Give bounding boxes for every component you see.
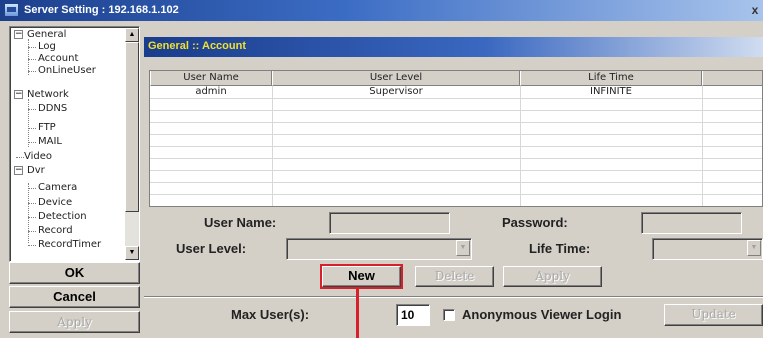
- tree-item-label: Video: [24, 151, 53, 162]
- apply-account-button[interactable]: Apply: [503, 266, 602, 287]
- grid-line: [150, 110, 762, 111]
- user-name-field[interactable]: [329, 212, 450, 234]
- tree-item-label: Dvr: [27, 165, 45, 176]
- section-title: General :: Account: [148, 40, 246, 52]
- tree-item-recordtimer[interactable]: RecordTimer: [10, 239, 125, 251]
- tree-item-label: MAIL: [38, 136, 62, 147]
- tree-branch: [28, 59, 36, 60]
- tree-branch: [28, 71, 36, 72]
- tree-item-mail[interactable]: MAIL: [10, 136, 125, 148]
- tree-branch: [28, 231, 36, 232]
- tree-item-label: General: [27, 29, 67, 40]
- tree-item-label: Detection: [38, 211, 87, 222]
- tree-branch: [28, 142, 36, 143]
- tree-branch: [28, 245, 36, 246]
- tree-item-log[interactable]: Log: [10, 41, 125, 53]
- anonymous-login-checkbox[interactable]: [443, 309, 455, 321]
- tree-scrollbar[interactable]: ▲ ▼: [125, 28, 139, 260]
- table-row[interactable]: admin Supervisor INFINITE: [150, 86, 762, 98]
- tree-item-label: Network: [27, 89, 69, 100]
- password-label: Password:: [502, 215, 568, 230]
- grid-line: [150, 158, 762, 159]
- section-header: General :: Account: [144, 37, 763, 57]
- user-level-select[interactable]: ▼: [286, 238, 472, 260]
- tree-branch: [28, 109, 36, 110]
- tree-item-dvr[interactable]: − Dvr: [10, 165, 125, 177]
- grid-line: [150, 146, 762, 147]
- cell-user-level: Supervisor: [369, 86, 423, 97]
- max-users-label: Max User(s):: [231, 307, 310, 322]
- cancel-button[interactable]: Cancel: [9, 286, 140, 308]
- tree-item-onlineuser[interactable]: OnLineUser: [10, 65, 125, 77]
- divider: [144, 296, 763, 298]
- grid-line: [150, 122, 762, 123]
- column-header-extra[interactable]: [702, 71, 762, 86]
- max-users-field[interactable]: 10: [396, 304, 430, 326]
- scroll-down-icon[interactable]: ▼: [125, 246, 139, 260]
- collapse-icon[interactable]: −: [14, 90, 23, 99]
- tree-item-label: OnLineUser: [38, 65, 96, 76]
- tree-branch: [28, 128, 36, 129]
- tree-item-record[interactable]: Record: [10, 225, 125, 237]
- collapse-icon[interactable]: −: [14, 30, 23, 39]
- close-icon[interactable]: x: [747, 2, 763, 18]
- tree-item-label: DDNS: [38, 103, 68, 114]
- password-field[interactable]: [641, 212, 742, 234]
- tree-item-label: Log: [38, 41, 56, 52]
- tree-item-label: Device: [38, 197, 73, 208]
- title-bar[interactable]: Server Setting : 192.168.1.102 x: [0, 0, 763, 21]
- settings-tree[interactable]: − General Log Account OnLineUser − Netwo…: [9, 26, 140, 262]
- user-name-label: User Name:: [204, 215, 277, 230]
- scroll-up-icon[interactable]: ▲: [125, 28, 139, 42]
- update-button[interactable]: Update: [664, 304, 763, 326]
- tree-item-detection[interactable]: Detection: [10, 211, 125, 223]
- account-table[interactable]: User Name User Level Life Time admin Sup…: [149, 70, 763, 207]
- life-time-label: Life Time:: [529, 241, 591, 256]
- chevron-down-icon[interactable]: ▼: [747, 240, 761, 256]
- tree-item-video[interactable]: Video: [10, 151, 125, 163]
- tree-item-ftp[interactable]: FTP: [10, 122, 125, 134]
- life-time-select[interactable]: ▼: [652, 238, 763, 260]
- collapse-icon[interactable]: −: [14, 166, 23, 175]
- tree-branch: [28, 188, 36, 189]
- tree-item-label: Record: [38, 225, 73, 236]
- cell-user-name: admin: [195, 86, 227, 97]
- user-level-label: User Level:: [176, 241, 247, 256]
- tree-item-general[interactable]: − General: [10, 29, 125, 41]
- chevron-down-icon[interactable]: ▼: [456, 240, 470, 256]
- server-setting-window: Server Setting : 192.168.1.102 x − Gener…: [0, 0, 763, 338]
- tree-item-label: Account: [38, 53, 79, 64]
- grid-line: [150, 134, 762, 135]
- column-header-life-time[interactable]: Life Time: [520, 71, 702, 86]
- window-title: Server Setting : 192.168.1.102: [24, 4, 179, 16]
- tree-item-label: FTP: [38, 122, 56, 133]
- grid-line: [150, 170, 762, 171]
- tree-item-network[interactable]: − Network: [10, 89, 125, 101]
- tree-item-label: RecordTimer: [38, 239, 102, 250]
- tree-branch: [28, 203, 36, 204]
- tree-branch: [28, 47, 36, 48]
- apply-settings-button[interactable]: Apply: [9, 311, 140, 333]
- app-icon: [4, 3, 19, 17]
- tree-branch: [28, 217, 36, 218]
- grid-line: [150, 182, 762, 183]
- tree-item-label: Camera: [38, 182, 78, 193]
- tree-branch: [16, 157, 24, 158]
- scrollbar-thumb[interactable]: [125, 42, 139, 212]
- pointer-line: [356, 289, 359, 338]
- anonymous-login-label: Anonymous Viewer Login: [462, 307, 622, 322]
- tree-item-account[interactable]: Account: [10, 53, 125, 65]
- grid-line: [150, 194, 762, 195]
- tree-item-camera[interactable]: Camera: [10, 182, 125, 194]
- max-users-value: 10: [401, 308, 415, 322]
- ok-button[interactable]: OK: [9, 262, 140, 284]
- cell-life-time: INFINITE: [590, 86, 632, 97]
- column-header-user-name[interactable]: User Name: [150, 71, 272, 86]
- tree-item-device[interactable]: Device: [10, 197, 125, 209]
- highlight-box: [320, 264, 403, 289]
- delete-button[interactable]: Delete: [415, 266, 494, 287]
- tree-item-ddns[interactable]: DDNS: [10, 103, 125, 115]
- grid-line: [150, 98, 762, 99]
- column-header-user-level[interactable]: User Level: [272, 71, 520, 86]
